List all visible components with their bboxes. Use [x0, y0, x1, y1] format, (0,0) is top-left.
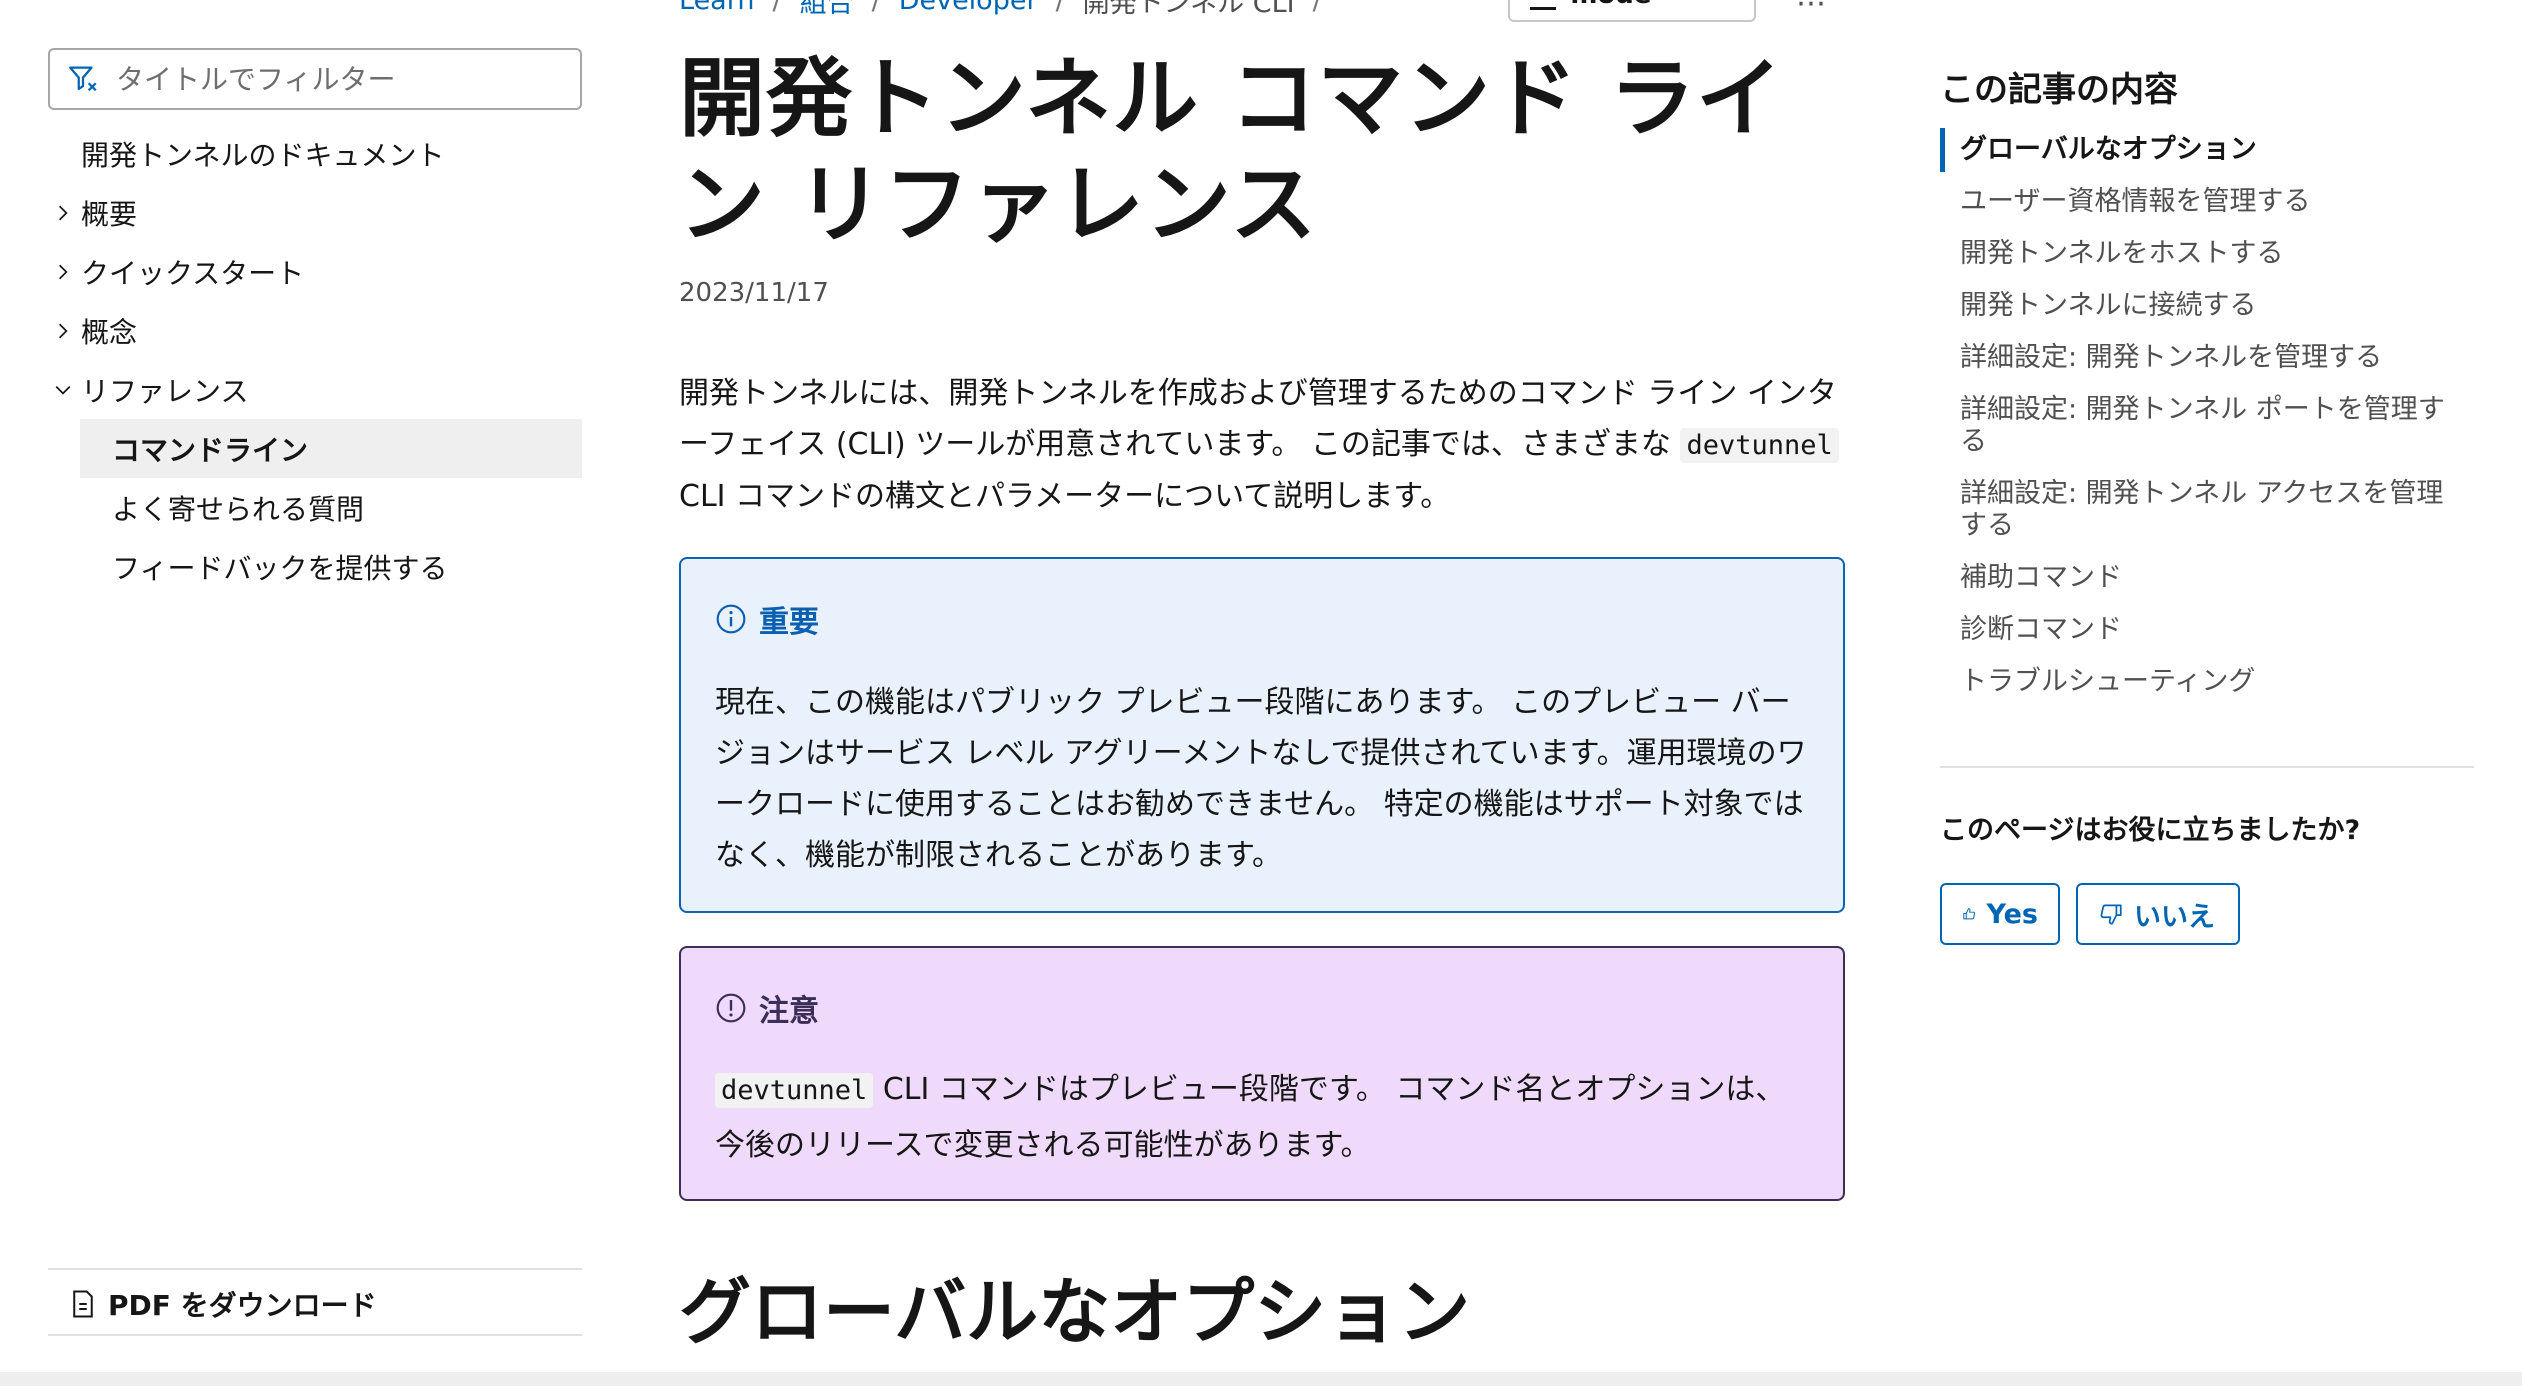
focus-mode-icon — [1530, 4, 1557, 10]
toc-item-concepts[interactable]: 概念 — [48, 301, 582, 360]
rail-link-global-options[interactable]: グローバルなオプション — [1940, 128, 2470, 172]
download-pdf-link[interactable]: PDF をダウンロード — [70, 1284, 377, 1324]
intro-text: 開発トンネルには、開発トンネルを作成および管理するためのコマンド ライン インタ… — [679, 376, 1837, 462]
chevron-right-icon — [52, 301, 74, 360]
docs-page: Learn / 組合 / Developer / 開発トンネル CLI / Fo… — [0, 0, 2522, 1386]
alert-title: 注意 — [715, 988, 1809, 1029]
in-this-article-heading: この記事の内容 — [1940, 70, 2178, 110]
toc-item-label: 開発トンネルのドキュメント — [81, 138, 445, 172]
info-icon — [716, 604, 746, 634]
sidebar-divider — [48, 1334, 582, 1336]
title-filter[interactable] — [48, 48, 582, 110]
toc-item-label: リファレンス — [81, 374, 249, 408]
page-title: 開発トンネル コマンド ライン リファレンス — [679, 49, 1784, 255]
alert-title: 重要 — [715, 599, 1809, 640]
breadcrumb: Learn / 組合 / Developer / 開発トンネル CLI / — [679, 0, 1322, 19]
feedback-yes-button[interactable]: Yes — [1940, 883, 2060, 945]
toc-item-command-line[interactable]: コマンドライン — [80, 419, 582, 478]
feedback-question: このページはお役に立ちましたか? — [1940, 815, 2361, 846]
breadcrumb-separator: / — [871, 0, 881, 16]
feedback-yes-label: Yes — [1986, 898, 2038, 930]
alert-body: devtunnel CLI コマンドはプレビュー段階です。 コマンド名とオプショ… — [715, 1062, 1809, 1173]
breadcrumb-item[interactable]: 組合 — [800, 0, 854, 20]
alert-title-text: 注意 — [759, 994, 819, 1029]
breadcrumb-separator: / — [1055, 0, 1065, 16]
important-alert: 重要 現在、この機能はパブリック プレビュー段階にあります。 このプレビュー バ… — [679, 557, 1845, 913]
rail-link[interactable]: 開発トンネルをホストする — [1940, 238, 2470, 270]
intro-text: CLI コマンドの構文とパラメーターについて説明します。 — [679, 479, 1451, 514]
toc-item-label: 概念 — [81, 315, 138, 349]
alert-body: 現在、この機能はパブリック プレビュー段階にあります。 このプレビュー バージョ… — [715, 685, 1807, 873]
section-heading: グローバルなオプション — [679, 1270, 1471, 1354]
focus-mode-button[interactable]: Focus mode — [1508, 0, 1756, 22]
breadcrumb-learn[interactable]: Learn — [679, 0, 754, 16]
window-bottom-edge — [0, 1372, 2522, 1386]
thumbs-down-icon — [2100, 904, 2122, 925]
feedback-no-label: いいえ — [2134, 901, 2215, 933]
in-this-article-list: グローバルなオプション ユーザー資格情報を管理する 開発トンネルをホストする 開… — [1940, 128, 2470, 718]
rail-divider — [1940, 766, 2474, 768]
toc-item-label: よく寄せられる質問 — [112, 492, 365, 526]
toc-item-faq[interactable]: よく寄せられる質問 — [48, 478, 582, 537]
filter-input[interactable] — [116, 62, 556, 96]
alert-title-text: 重要 — [759, 605, 819, 640]
toc-item-label: フィードバックを提供する — [112, 551, 448, 585]
rail-link[interactable]: 詳細設定: 開発トンネルを管理する — [1940, 342, 2470, 374]
toc-item-label: 概要 — [81, 197, 138, 231]
toc-item-quickstart[interactable]: クイックスタート — [48, 242, 582, 301]
rail-link[interactable]: 詳細設定: 開発トンネル ポートを管理する — [1940, 394, 2470, 458]
toc-item-feedback[interactable]: フィードバックを提供する — [48, 537, 582, 596]
chevron-right-icon — [52, 183, 74, 242]
rail-link[interactable]: 詳細設定: 開発トンネル アクセスを管理する — [1940, 478, 2470, 542]
breadcrumb-developer[interactable]: Developer — [899, 0, 1038, 16]
thumbs-up-icon — [1963, 908, 1976, 920]
caution-alert: 注意 devtunnel CLI コマンドはプレビュー段階です。 コマンド名とオ… — [679, 946, 1845, 1201]
focus-mode-label: Focus mode — [1570, 0, 1734, 10]
inline-code: devtunnel — [1680, 428, 1839, 463]
intro-paragraph: 開発トンネルには、開発トンネルを作成および管理するためのコマンド ライン インタ… — [679, 368, 1845, 522]
pdf-download-icon — [73, 1290, 93, 1318]
rail-link[interactable]: トラブルシューティング — [1940, 666, 2470, 698]
toc-item-reference[interactable]: リファレンス — [48, 360, 582, 419]
feedback-no-button[interactable]: いいえ — [2076, 883, 2240, 945]
download-pdf-label: PDF をダウンロード — [108, 1289, 377, 1322]
breadcrumb-current[interactable]: 開発トンネル CLI — [1083, 0, 1295, 20]
toc-item-label: コマンドライン — [112, 433, 309, 467]
rail-link[interactable]: 開発トンネルに接続する — [1940, 290, 2470, 322]
more-options-button[interactable]: ⋯ — [1796, 0, 1826, 21]
toc-tree: 開発トンネルのドキュメント 概要 クイックスタート 概念 リファレンス コマンド… — [48, 124, 582, 596]
toc-item-label: クイックスタート — [81, 256, 305, 290]
rail-link[interactable]: 補助コマンド — [1940, 562, 2470, 594]
filter-icon — [69, 66, 97, 92]
rail-link[interactable]: ユーザー資格情報を管理する — [1940, 186, 2470, 218]
breadcrumb-separator: / — [1312, 0, 1322, 16]
inline-code: devtunnel — [715, 1073, 874, 1108]
alert-body-text: CLI コマンドはプレビュー段階です。 コマンド名とオプションは、今後のリリース… — [715, 1072, 1786, 1163]
rail-link[interactable]: 診断コマンド — [1940, 614, 2470, 646]
warning-icon — [716, 993, 746, 1023]
chevron-down-icon — [52, 360, 74, 419]
chevron-right-icon — [52, 242, 74, 301]
article-date: 2023/11/17 — [679, 278, 829, 308]
sidebar-divider — [48, 1268, 582, 1270]
breadcrumb-separator: / — [772, 0, 782, 16]
toc-item-docs-home[interactable]: 開発トンネルのドキュメント — [48, 124, 582, 183]
toc-item-overview[interactable]: 概要 — [48, 183, 582, 242]
